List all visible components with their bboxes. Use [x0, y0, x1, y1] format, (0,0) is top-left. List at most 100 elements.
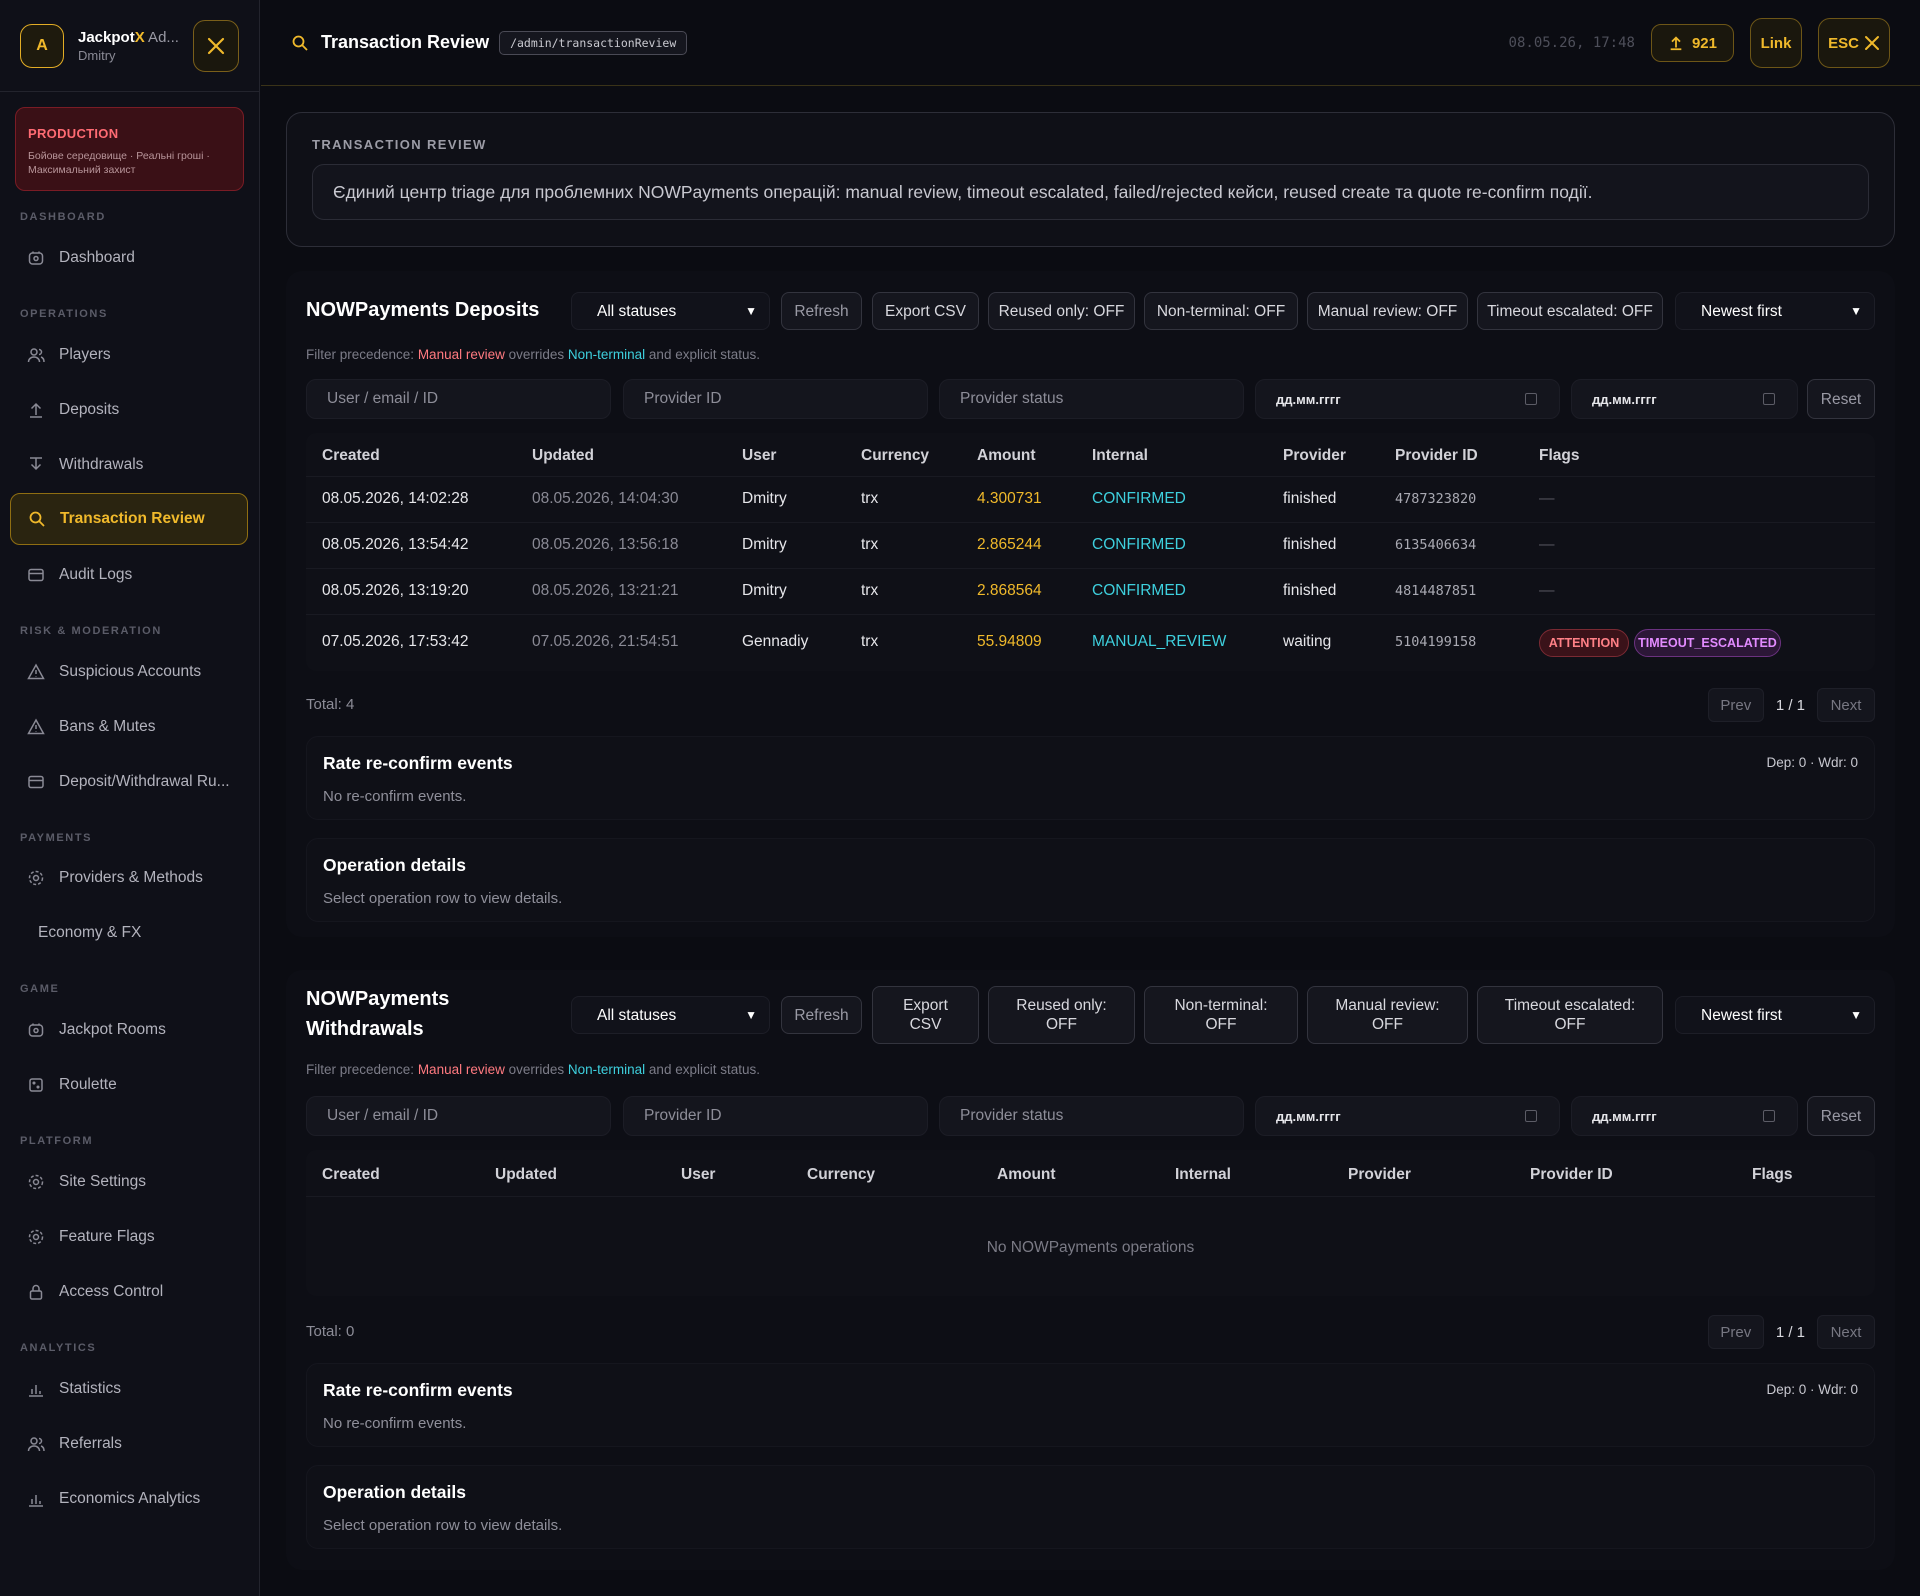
- section-label-game: GAME: [20, 983, 60, 995]
- sidebar-item-players[interactable]: Players: [10, 329, 248, 381]
- deposits-title: NOWPayments Deposits: [306, 299, 540, 321]
- timeout-escalated-toggle[interactable]: Timeout escalated: OFF: [1477, 292, 1663, 330]
- date-from-input[interactable]: дд.мм.гггг: [1255, 1096, 1560, 1136]
- environment-card: PRODUCTION Бойове середовище · Реальні г…: [15, 107, 244, 191]
- manual-review-toggle[interactable]: Manual review: OFF: [1307, 986, 1468, 1044]
- sort-select[interactable]: Newest first ▼: [1675, 996, 1875, 1034]
- date-from-input[interactable]: дд.мм.гггг: [1255, 379, 1560, 419]
- hint-text: Filter precedence:: [306, 1062, 418, 1077]
- sidebar-item-deposits[interactable]: Deposits: [10, 384, 248, 436]
- environment-title: PRODUCTION: [28, 126, 119, 141]
- sidebar-item-roulette[interactable]: Roulette: [10, 1059, 248, 1111]
- sidebar-item-deposit-withdrawal-rules[interactable]: Deposit/Withdrawal Ru...: [10, 756, 248, 808]
- brand-suffix: Ad...: [144, 28, 179, 46]
- sidebar-item-label: Referrals: [59, 1435, 122, 1452]
- cell-internal-status: CONFIRMED: [1092, 536, 1186, 553]
- reconfirm-title: Rate re-confirm events: [323, 1380, 513, 1400]
- sidebar-item-feature-flags[interactable]: Feature Flags: [10, 1211, 248, 1263]
- table-row[interactable]: 07.05.2026, 17:53:42 07.05.2026, 21:54:5…: [306, 614, 1875, 670]
- non-terminal-toggle[interactable]: Non-terminal: OFF: [1144, 986, 1298, 1044]
- reconfirm-empty: No re-confirm events.: [323, 788, 467, 805]
- cell-flags: —: [1539, 536, 1555, 553]
- prev-page-button[interactable]: Prev: [1707, 1315, 1764, 1349]
- column-header: Created: [322, 1166, 380, 1183]
- sidebar-item-withdrawals[interactable]: Withdrawals: [10, 439, 248, 491]
- sidebar-item-site-settings[interactable]: Site Settings: [10, 1156, 248, 1208]
- sidebar-item-access-control[interactable]: Access Control: [10, 1266, 248, 1318]
- arrow-down-icon: [27, 456, 45, 474]
- sidebar-item-audit-logs[interactable]: Audit Logs: [10, 549, 248, 601]
- warning-icon: [27, 663, 45, 681]
- next-page-button[interactable]: Next: [1817, 688, 1875, 722]
- section-label-operations: OPERATIONS: [20, 308, 108, 320]
- reconfirm-events-card: Rate re-confirm events No re-confirm eve…: [306, 736, 1875, 820]
- calendar-icon[interactable]: [1763, 393, 1775, 405]
- bar-chart-icon: [27, 1380, 45, 1398]
- cell-user: Gennadiy: [742, 633, 809, 650]
- button-label-line: OFF: [1205, 1016, 1237, 1033]
- date-to-input[interactable]: дд.мм.гггг: [1571, 1096, 1798, 1136]
- reset-button[interactable]: Reset: [1807, 1096, 1875, 1136]
- table-row[interactable]: 08.05.2026, 13:19:20 08.05.2026, 13:21:2…: [306, 568, 1875, 614]
- pending-count-button[interactable]: 921: [1650, 24, 1734, 62]
- hint-manual: Manual review: [417, 347, 505, 362]
- column-header: Provider: [1348, 1166, 1411, 1183]
- sidebar-item-bans-mutes[interactable]: Bans & Mutes: [10, 701, 248, 753]
- export-csv-button[interactable]: Export CSV: [872, 986, 979, 1044]
- export-csv-button[interactable]: Export CSV: [872, 292, 979, 330]
- provider-id-input[interactable]: Provider ID: [623, 379, 928, 419]
- card-icon: [27, 773, 45, 791]
- date-to-input[interactable]: дд.мм.гггг: [1571, 379, 1798, 419]
- user-search-input[interactable]: User / email / ID: [306, 1096, 611, 1136]
- manual-review-toggle[interactable]: Manual review: OFF: [1307, 292, 1468, 330]
- non-terminal-toggle[interactable]: Non-terminal: OFF: [1144, 292, 1298, 330]
- date-placeholder: дд.мм.гггг: [1276, 391, 1341, 407]
- column-header: Currency: [861, 447, 930, 464]
- sidebar-item-dashboard[interactable]: Dashboard: [10, 232, 248, 284]
- empty-row: No NOWPayments operations: [306, 1196, 1875, 1296]
- search-icon: [28, 510, 46, 528]
- calendar-icon[interactable]: [1525, 393, 1537, 405]
- link-button[interactable]: Link: [1750, 18, 1802, 68]
- status-select[interactable]: All statuses ▼: [571, 292, 770, 330]
- user-search-input[interactable]: User / email / ID: [306, 379, 611, 419]
- calendar-icon[interactable]: [1525, 1110, 1537, 1122]
- page-indicator: 1 / 1: [1775, 1323, 1805, 1341]
- sidebar-item-jackpot-rooms[interactable]: Jackpot Rooms: [10, 1004, 248, 1056]
- sort-select[interactable]: Newest first ▼: [1675, 292, 1875, 330]
- esc-button[interactable]: ESC: [1818, 18, 1890, 68]
- users-icon: [27, 1435, 45, 1453]
- sidebar-item-referrals[interactable]: Referrals: [10, 1418, 248, 1470]
- column-header: Flags: [1539, 447, 1580, 464]
- cell-flags: —: [1539, 582, 1555, 599]
- sort-select-value: Newest first: [1701, 1006, 1782, 1024]
- sidebar-item-economics-analytics[interactable]: Economics Analytics: [10, 1473, 248, 1525]
- topbar: Transaction Review /admin/transactionRev…: [261, 0, 1920, 86]
- avatar[interactable]: A: [20, 23, 64, 68]
- status-select[interactable]: All statuses ▼: [571, 996, 770, 1034]
- table-row[interactable]: 08.05.2026, 13:54:42 08.05.2026, 13:56:1…: [306, 522, 1875, 568]
- sidebar-item-economy-fx[interactable]: Economy & FX: [10, 907, 248, 959]
- reused-only-toggle[interactable]: Reused only: OFF: [988, 292, 1135, 330]
- cell-updated: 08.05.2026, 13:21:21: [532, 582, 679, 599]
- table-row[interactable]: 08.05.2026, 14:02:28 08.05.2026, 14:04:3…: [306, 476, 1875, 522]
- reset-button[interactable]: Reset: [1807, 379, 1875, 419]
- close-sidebar-button[interactable]: [193, 19, 239, 72]
- provider-status-input[interactable]: Provider status: [939, 1096, 1244, 1136]
- refresh-button[interactable]: Refresh: [781, 996, 862, 1034]
- sidebar-item-transaction-review[interactable]: Transaction Review: [10, 493, 248, 545]
- prev-page-button[interactable]: Prev: [1707, 688, 1764, 722]
- sidebar-item-suspicious-accounts[interactable]: Suspicious Accounts: [10, 646, 248, 698]
- provider-id-input[interactable]: Provider ID: [623, 1096, 928, 1136]
- reused-only-toggle[interactable]: Reused only: OFF: [988, 986, 1135, 1044]
- provider-status-input[interactable]: Provider status: [939, 379, 1244, 419]
- cell-amount: 4.300731: [977, 490, 1042, 507]
- sidebar-item-label: Providers & Methods: [59, 869, 203, 886]
- refresh-button[interactable]: Refresh: [781, 292, 862, 330]
- cell-user: Dmitry: [742, 536, 787, 553]
- sidebar-item-providers-methods[interactable]: Providers & Methods: [10, 852, 248, 904]
- sidebar-item-statistics[interactable]: Statistics: [10, 1363, 248, 1415]
- timeout-escalated-toggle[interactable]: Timeout escalated: OFF: [1477, 986, 1663, 1044]
- calendar-icon[interactable]: [1763, 1110, 1775, 1122]
- next-page-button[interactable]: Next: [1817, 1315, 1875, 1349]
